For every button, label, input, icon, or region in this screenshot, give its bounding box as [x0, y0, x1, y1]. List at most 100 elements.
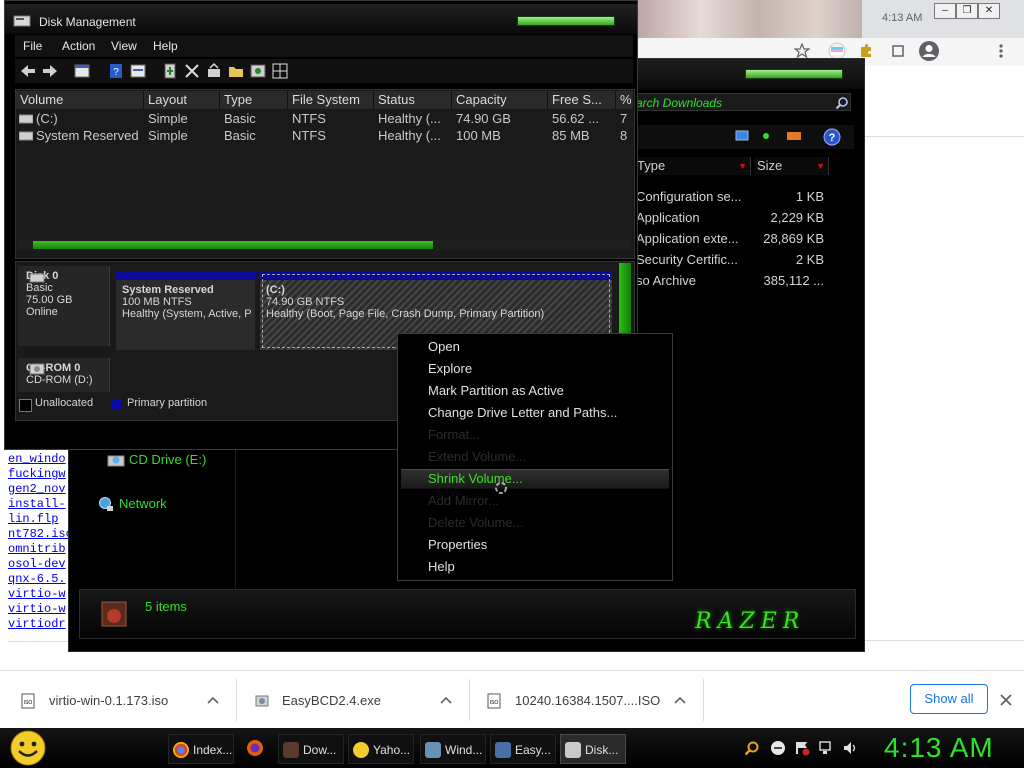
menu-file[interactable]: File	[23, 39, 42, 53]
column-header-size[interactable]: Size ▼	[754, 157, 829, 175]
volume-row[interactable]: System Reserved Simple Basic NTFS Health…	[16, 127, 634, 144]
settings-grid-icon[interactable]	[271, 62, 289, 80]
partition-system-reserved[interactable]: System Reserved 100 MB NTFS Healthy (Sys…	[116, 272, 258, 350]
column-header-file-system[interactable]: File System	[288, 91, 374, 109]
file-link[interactable]: virtiodr	[8, 617, 74, 632]
column-header-layout[interactable]: Layout	[144, 91, 220, 109]
menu-action[interactable]: Action	[62, 39, 95, 53]
download-item[interactable]: ISO 10240.16384.1507....ISO	[486, 685, 686, 717]
menu-item-open[interactable]: Open	[428, 337, 460, 357]
search-input[interactable]: arch Downloads	[629, 93, 851, 111]
back-arrow-icon[interactable]	[19, 62, 37, 80]
taskbar-button-yahoo[interactable]: Yaho...	[348, 734, 414, 764]
horizontal-scrollbar[interactable]	[17, 240, 631, 250]
yahoo-messenger-icon	[353, 742, 369, 758]
legend-swatch-primary	[111, 399, 122, 410]
properties-icon[interactable]	[129, 62, 147, 80]
chevron-up-icon[interactable]	[674, 696, 686, 704]
kebab-menu-icon[interactable]	[998, 43, 1004, 59]
file-link[interactable]: gen2_nov	[8, 482, 74, 497]
legend-label: Primary partition	[127, 397, 208, 409]
column-header-capacity[interactable]: Capacity	[452, 91, 548, 109]
window-controls-bar[interactable]	[517, 16, 615, 26]
file-link[interactable]: qnx-6.5.	[8, 572, 74, 587]
column-header-type[interactable]: Type ▼	[634, 157, 751, 175]
file-link[interactable]: en_windo	[8, 452, 74, 467]
file-link[interactable]: lin.flp	[8, 512, 74, 527]
volume-percent-free: 7	[620, 111, 628, 126]
file-link[interactable]: osol-dev	[8, 557, 74, 572]
chevron-up-icon[interactable]	[207, 696, 219, 704]
menu-view[interactable]: View	[111, 39, 137, 53]
menu-item-mark-active[interactable]: Mark Partition as Active	[428, 381, 564, 401]
download-item[interactable]: ISO virtio-win-0.1.173.iso	[20, 685, 220, 717]
star-icon[interactable]	[794, 43, 810, 59]
tab-search-icon[interactable]	[890, 43, 906, 59]
file-link[interactable]: install-	[8, 497, 74, 512]
column-header-status[interactable]: Status	[374, 91, 452, 109]
scrollbar-thumb[interactable]	[33, 241, 433, 249]
chrome-tab-strip: – ❐ ✕ 4:13 AM	[632, 0, 1024, 38]
file-link[interactable]: virtio-w	[8, 602, 74, 617]
iso-file-icon: ISO	[487, 693, 501, 709]
taskbar-button-easybcd[interactable]: Easy...	[490, 734, 556, 764]
file-link[interactable]: nt782.iso	[8, 527, 74, 542]
file-size: 28,869 KB	[763, 231, 824, 246]
help-book-icon[interactable]: ?	[107, 62, 125, 80]
file-link[interactable]: fuckingw	[8, 467, 74, 482]
taskbar-button-windows[interactable]: Wind...	[420, 734, 486, 764]
taskbar-button-downloads[interactable]: Dow...	[278, 734, 344, 764]
restore-button[interactable]: ❐	[956, 3, 978, 19]
column-header-percent[interactable]: %	[616, 91, 634, 109]
profile-avatar-icon[interactable]	[918, 40, 940, 62]
taskbar-button-index[interactable]: Index...	[168, 734, 234, 764]
file-type: Application exte...	[636, 231, 739, 246]
network-tray-icon[interactable]	[818, 740, 834, 756]
details-pane-icon[interactable]	[787, 131, 801, 141]
preview-pane-icon[interactable]	[761, 131, 771, 141]
menu-item-change-drive-letter[interactable]: Change Drive Letter and Paths...	[428, 403, 617, 423]
cd-rom-icon	[29, 363, 45, 375]
view-icon[interactable]	[735, 130, 749, 142]
menu-item-explore[interactable]: Explore	[428, 359, 472, 379]
menu-item-properties[interactable]: Properties	[428, 535, 487, 555]
minus-circle-icon[interactable]	[770, 740, 786, 756]
console-tree-icon[interactable]	[73, 62, 91, 80]
search-icon[interactable]	[835, 96, 849, 110]
search-tray-icon[interactable]	[744, 740, 760, 756]
forward-arrow-icon[interactable]	[41, 62, 59, 80]
close-icon[interactable]	[999, 693, 1013, 707]
window-controls-bar[interactable]	[745, 69, 843, 79]
column-header-free-space[interactable]: Free S...	[548, 91, 616, 109]
file-link[interactable]: omnitrib	[8, 542, 74, 557]
menu-help[interactable]: Help	[153, 39, 178, 53]
help-icon[interactable]: ?	[823, 128, 841, 146]
close-window-button[interactable]: ✕	[978, 3, 1000, 19]
volume-name: System Reserved	[36, 128, 139, 143]
delete-icon[interactable]	[183, 62, 201, 80]
taskbar-button-disk-management[interactable]: Disk...	[560, 734, 626, 764]
column-header-volume[interactable]: Volume	[16, 91, 144, 109]
volume-icon[interactable]	[842, 740, 858, 756]
window-title: Disk Management	[39, 15, 136, 29]
connect-icon[interactable]	[161, 62, 179, 80]
start-button-smiley-icon[interactable]	[8, 729, 48, 767]
firefox-icon[interactable]	[246, 739, 264, 757]
volume-row[interactable]: (C:) Simple Basic NTFS Healthy (... 74.9…	[16, 110, 634, 127]
file-link[interactable]: virtio-w	[8, 587, 74, 602]
chevron-up-icon[interactable]	[440, 696, 452, 704]
search-disk-icon[interactable]	[249, 62, 267, 80]
action-center-flag-icon[interactable]	[794, 740, 810, 756]
menu-item-help[interactable]: Help	[428, 557, 455, 577]
show-all-button[interactable]: Show all	[910, 684, 988, 714]
minimize-button[interactable]: –	[934, 3, 956, 19]
disk-size: 75.00 GB	[26, 294, 73, 306]
taskbar-clock[interactable]: 4:13 AM	[884, 732, 994, 764]
svg-text:ISO: ISO	[24, 700, 33, 706]
menu-item-shrink-volume[interactable]: Shrink Volume...	[428, 469, 523, 489]
puzzle-icon[interactable]	[858, 43, 874, 59]
download-item[interactable]: EasyBCD2.4.exe	[254, 685, 454, 717]
check-icon[interactable]	[205, 62, 223, 80]
column-header-type[interactable]: Type	[220, 91, 288, 109]
open-folder-icon[interactable]	[227, 62, 245, 80]
